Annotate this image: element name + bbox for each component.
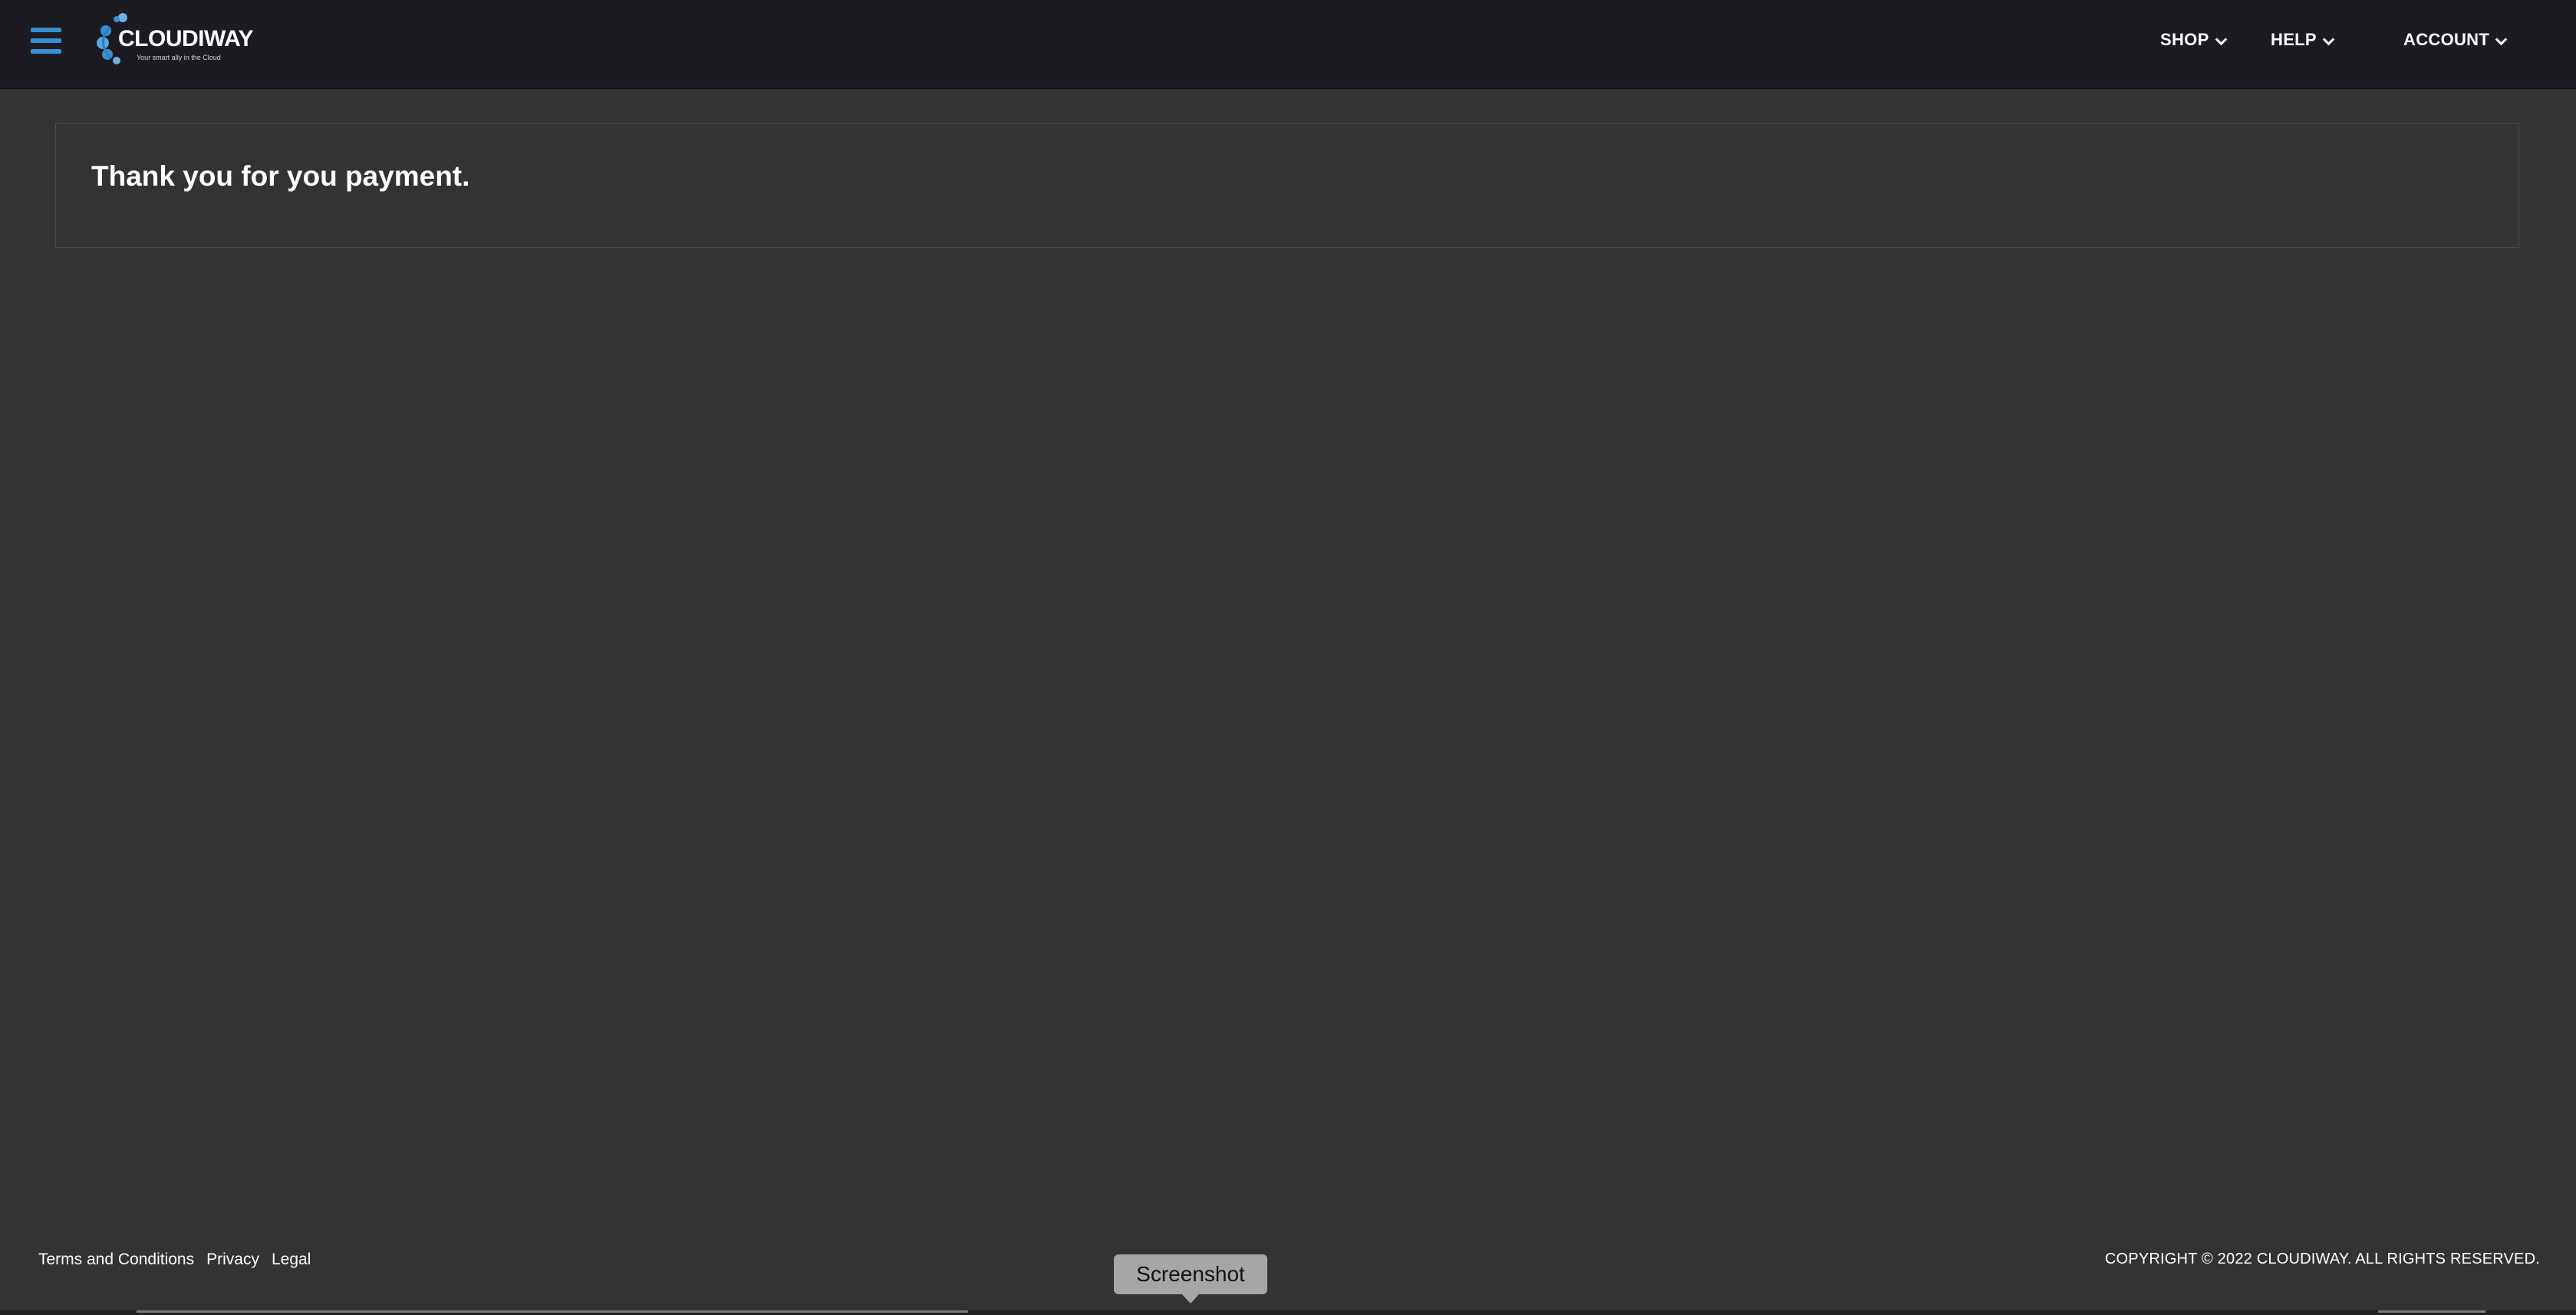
nav-account-label: ACCOUNT (2403, 30, 2490, 49)
copyright-text: COPYRIGHT © 2022 CLOUDIWAY. ALL RIGHTS R… (2104, 1251, 2540, 1267)
legal-link[interactable]: Legal (272, 1251, 311, 1269)
chevron-down-icon (2322, 33, 2335, 45)
nav-help-label: HELP (2271, 30, 2317, 49)
logo-text: CLOUDIWAY (118, 26, 254, 51)
cloudiway-logo[interactable]: CLOUDIWAY Your smart ally in the Cloud (92, 12, 254, 69)
nav-account[interactable]: ACCOUNT (2403, 26, 2508, 54)
chevron-down-icon (2495, 33, 2508, 45)
nav-shop[interactable]: SHOP (2160, 26, 2227, 54)
hamburger-menu-icon[interactable] (31, 28, 61, 54)
terms-link[interactable]: Terms and Conditions (38, 1251, 194, 1269)
dock-edge (0, 1310, 2576, 1315)
screenshot-tooltip: Screenshot (1114, 1254, 1267, 1294)
nav-help[interactable]: HELP (2271, 26, 2335, 54)
privacy-link[interactable]: Privacy (206, 1251, 259, 1269)
nav-shop-label: SHOP (2160, 30, 2209, 49)
payment-confirmation-message: Thank you for you payment. (91, 160, 470, 192)
logo-tagline: Your smart ally in the Cloud (137, 54, 221, 61)
payment-confirmation-card: Thank you for you payment. (55, 123, 2519, 248)
top-navigation-bar: CLOUDIWAY Your smart ally in the Cloud S… (0, 0, 2576, 89)
chevron-down-icon (2215, 33, 2227, 45)
tooltip-arrow-icon (1182, 1294, 1199, 1303)
footer-links: Terms and Conditions Privacy Legal (38, 1251, 311, 1269)
